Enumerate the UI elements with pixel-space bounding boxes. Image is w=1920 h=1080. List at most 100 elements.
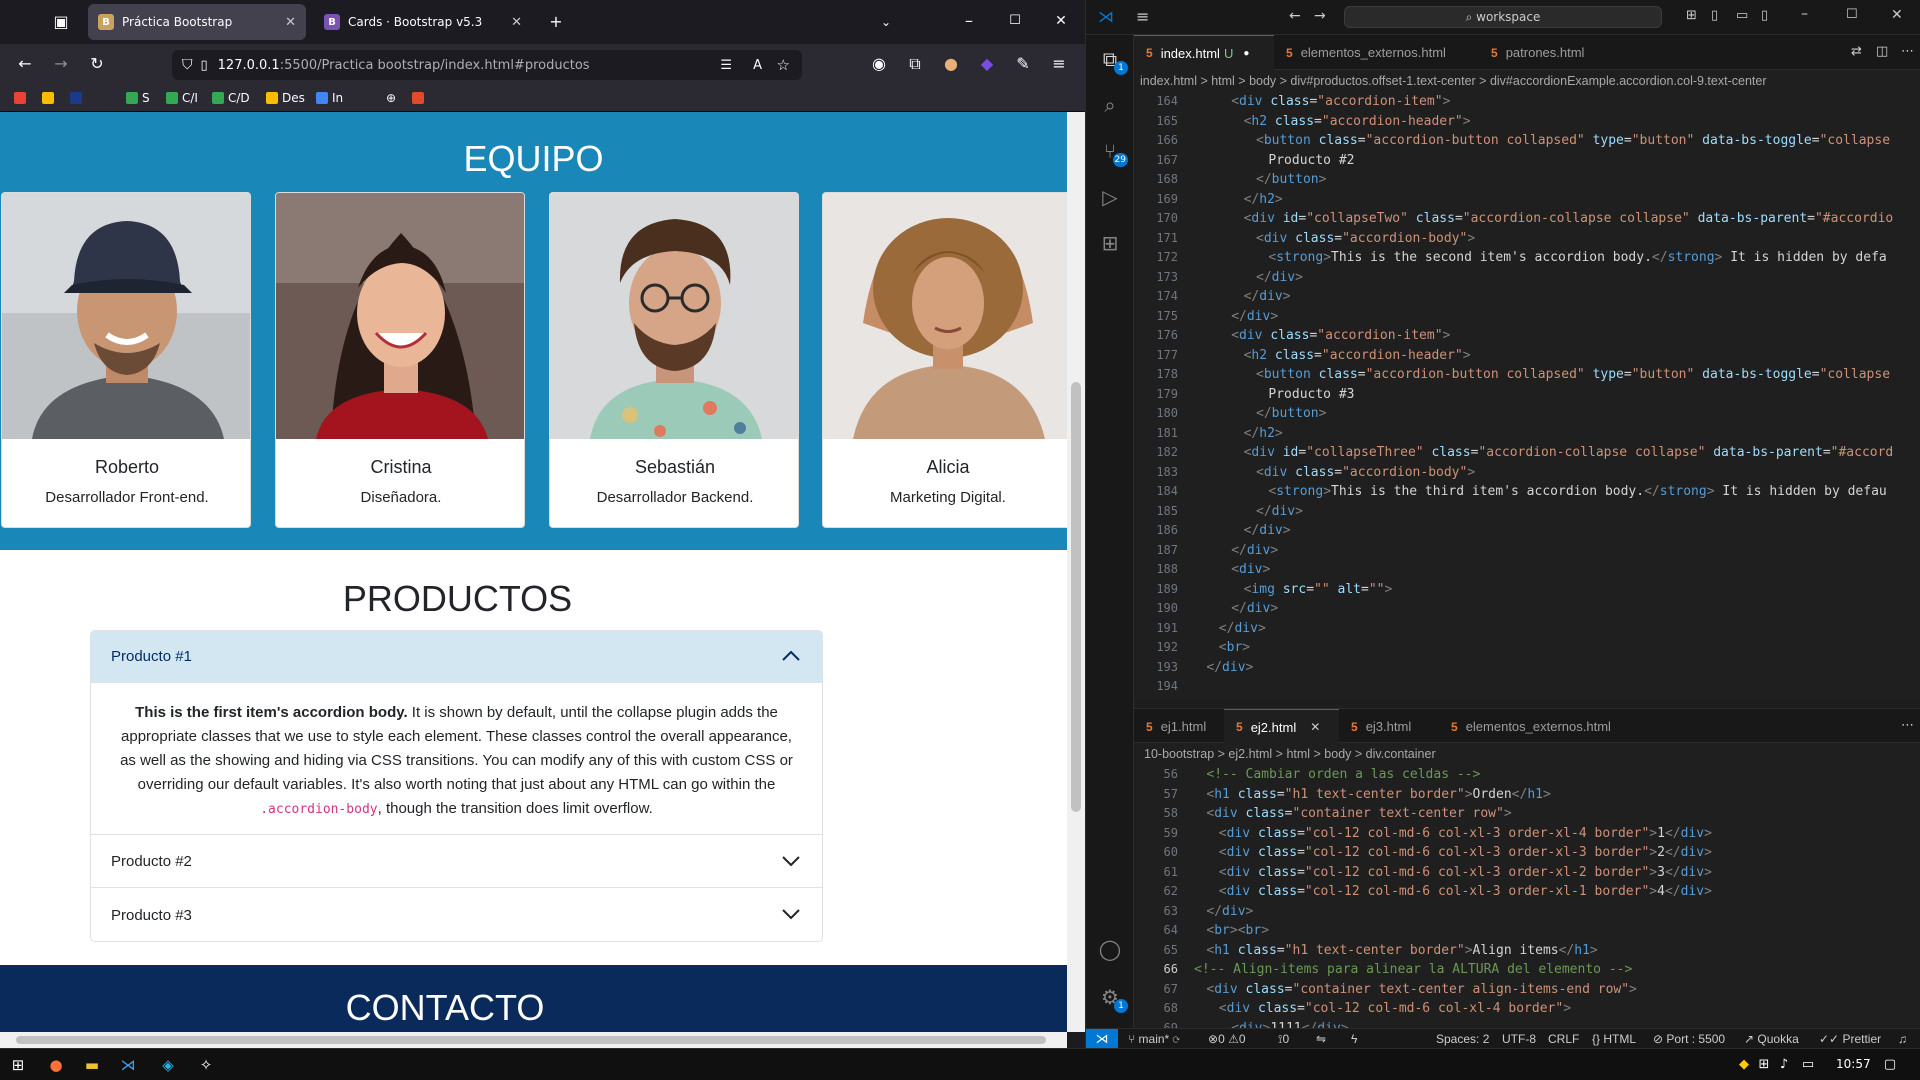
code-line[interactable]: 179 Producto #3 (1134, 385, 1920, 404)
unsaved-dot-icon[interactable]: ● (1243, 48, 1249, 59)
code-line[interactable]: 190 </div> (1134, 599, 1920, 618)
account-icon[interactable]: ◉ (868, 54, 890, 74)
bookmark-in[interactable]: In (316, 89, 343, 107)
explorer-icon[interactable]: ⧉ 1 (1098, 47, 1128, 75)
code-line[interactable]: 67 <div class="container text-center alig… (1134, 980, 1920, 999)
url-bar[interactable]: ⛉ ▯ 127.0.0.1:5500/Practica bootstrap/in… (172, 50, 802, 80)
bookmark-blue-icon[interactable] (70, 89, 86, 107)
minimize-icon[interactable]: – (958, 11, 980, 31)
bookmark-s[interactable]: S (126, 89, 150, 107)
maximize-icon[interactable]: ☐ (1004, 11, 1026, 31)
prettier-status[interactable]: ✓✓ Prettier (1819, 1032, 1881, 1046)
code-line[interactable]: 69 <div>1111</div> (1134, 1019, 1920, 1029)
extensions-icon[interactable]: ⊞ (1098, 231, 1122, 255)
code-line[interactable]: 61 <div class="col-12 col-md-6 col-xl-3 o… (1134, 863, 1920, 882)
code-line[interactable]: 167 Producto #2 (1134, 151, 1920, 170)
forward-icon[interactable]: → (50, 54, 72, 74)
tray-apps-icon[interactable]: ⊞ (1754, 1055, 1774, 1075)
live-share-icon[interactable]: ⇋ (1316, 1032, 1326, 1046)
code-line[interactable]: 164 <div class="accordion-item"> (1134, 92, 1920, 111)
code-line[interactable]: 175 </div> (1134, 307, 1920, 326)
split-editor-icon[interactable]: ◫ (1876, 44, 1888, 59)
code-line[interactable]: 56 <!-- Cambiar orden a las celdas --> (1134, 765, 1920, 784)
extension-pen-icon[interactable]: ✎ (1012, 54, 1034, 74)
menu-icon[interactable]: ≡ (1048, 54, 1070, 74)
scrollbar-thumb[interactable] (16, 1036, 1046, 1044)
code-line[interactable]: 192 <br> (1134, 638, 1920, 657)
back-icon[interactable]: ← (1289, 8, 1301, 24)
compare-changes-icon[interactable]: ⇄ (1851, 44, 1862, 59)
reload-icon[interactable]: ↻ (86, 54, 108, 74)
code-line[interactable]: 60 <div class="col-12 col-md-6 col-xl-3 o… (1134, 843, 1920, 862)
translate-icon[interactable]: A (753, 58, 762, 73)
code-line[interactable]: 183 <div class="accordion-body"> (1134, 463, 1920, 482)
tab-elementos-externos-2[interactable]: 5 elementos_externos.html (1439, 709, 1644, 744)
code-line[interactable]: 174 </div> (1134, 287, 1920, 306)
code-line[interactable]: 194 (1134, 677, 1920, 696)
bookmark-star-icon[interactable]: ☆ (777, 56, 790, 74)
close-tab-icon[interactable]: ✕ (1310, 720, 1320, 734)
code-line[interactable]: 178 <button class="accordion-button colla… (1134, 365, 1920, 384)
bookmark-ci[interactable]: C/I (166, 89, 198, 107)
settings-gear-icon[interactable]: ⚙ 1 (1098, 985, 1128, 1013)
new-tab-icon[interactable]: + (545, 12, 567, 32)
code-line[interactable]: 63 </div> (1134, 902, 1920, 921)
windows-start-icon[interactable]: ⊞ (8, 1055, 28, 1075)
close-window-icon[interactable]: ✕ (1050, 11, 1072, 31)
notifications-bell-icon[interactable]: ♫ (1898, 1032, 1907, 1046)
toggle-panel-icon[interactable]: ▭ (1736, 8, 1748, 23)
indentation-status[interactable]: Spaces: 2 (1436, 1032, 1489, 1046)
source-control-icon[interactable]: ⑂ 29 (1098, 139, 1128, 167)
extensions-icon[interactable]: ⧉ (904, 54, 926, 74)
accordion-button-producto-2[interactable]: Producto #2 (91, 836, 822, 888)
ports-status[interactable]: ⟟0 (1278, 1032, 1289, 1047)
code-line[interactable]: 186 </div> (1134, 521, 1920, 540)
language-status[interactable]: {} HTML (1592, 1032, 1636, 1046)
toggle-sidebar-icon[interactable]: ▯ (1711, 8, 1718, 23)
app-taskbar-icon[interactable]: ◈ (158, 1055, 178, 1075)
close-tab-icon[interactable]: ✕ (285, 15, 296, 30)
quokka-status[interactable]: ↗ Quokka (1744, 1032, 1799, 1046)
toggle-secondary-sidebar-icon[interactable]: ▯ (1761, 8, 1768, 23)
layout-icon[interactable]: ⊞ (1686, 8, 1697, 23)
maximize-icon[interactable]: ☐ (1846, 7, 1858, 22)
tab-index-html[interactable]: 5 index.html U ● (1134, 35, 1274, 70)
tab-overview-icon[interactable]: ▣ (50, 12, 72, 32)
accounts-icon[interactable]: ◯ (1098, 937, 1122, 961)
command-center-search[interactable]: ⌕ workspace (1344, 6, 1662, 28)
more-actions-icon[interactable]: ⋯ (1901, 718, 1914, 733)
eol-status[interactable]: CRLF (1548, 1032, 1579, 1046)
minimize-icon[interactable]: – (1801, 6, 1808, 22)
accordion-button-producto-1[interactable]: Producto #1 (91, 631, 822, 683)
bookmark-cd[interactable]: C/D (212, 89, 250, 107)
remote-indicator-icon[interactable]: ⋊ (1086, 1029, 1118, 1048)
scrollbar-thumb[interactable] (1071, 382, 1081, 812)
code-line[interactable]: 168 </button> (1134, 170, 1920, 189)
code-line[interactable]: 169 </h2> (1134, 190, 1920, 209)
breadcrumb-bottom[interactable]: 10-bootstrap > ej2.html > html > body > … (1134, 743, 1920, 765)
branch-status[interactable]: ⑂ main* ⟳ (1128, 1032, 1180, 1046)
code-line[interactable]: 173 </div> (1134, 268, 1920, 287)
code-line[interactable]: 66 <!-- Align-items para alinear la ALTUR… (1134, 960, 1920, 979)
code-editor-bottom[interactable]: 56 <!-- Cambiar orden a las celdas --> 57 <… (1134, 765, 1920, 1028)
tray-app-icon[interactable]: ◆ (1734, 1055, 1754, 1075)
code-line[interactable]: 180 </button> (1134, 404, 1920, 423)
list-tabs-icon[interactable]: ⌄ (875, 12, 897, 32)
page-icon[interactable]: ▯ (201, 58, 208, 73)
code-line[interactable]: 62 <div class="col-12 col-md-6 col-xl-3 o… (1134, 882, 1920, 901)
globe-bookmark-icon[interactable]: ⊕ (386, 89, 396, 107)
vscode-taskbar-icon[interactable]: ⋊ (118, 1055, 138, 1075)
notifications-icon[interactable]: ▢ (1880, 1055, 1900, 1075)
drive-bookmark-icon[interactable] (42, 89, 58, 107)
code-line[interactable]: 195 <div class="bg-image text-white" id="… (1134, 697, 1920, 701)
extension-purple-icon[interactable]: ◆ (976, 54, 998, 74)
bookmark-red-icon[interactable] (412, 89, 428, 107)
code-editor-top[interactable]: 164 <div class="accordion-item"> 165 <h2 cl… (1134, 92, 1920, 700)
shield-icon[interactable]: ⛉ (182, 57, 193, 73)
code-line[interactable]: 58 <div class="container text-center row"… (1134, 804, 1920, 823)
code-line[interactable]: 182 <div id="collapseThree" class="accord… (1134, 443, 1920, 462)
file-explorer-taskbar-icon[interactable]: ▬ (82, 1055, 102, 1075)
code-line[interactable]: 191 </div> (1134, 619, 1920, 638)
code-line[interactable]: 184 <strong>This is the third item's acco… (1134, 482, 1920, 501)
code-line[interactable]: 166 <button class="accordion-button colla… (1134, 131, 1920, 150)
